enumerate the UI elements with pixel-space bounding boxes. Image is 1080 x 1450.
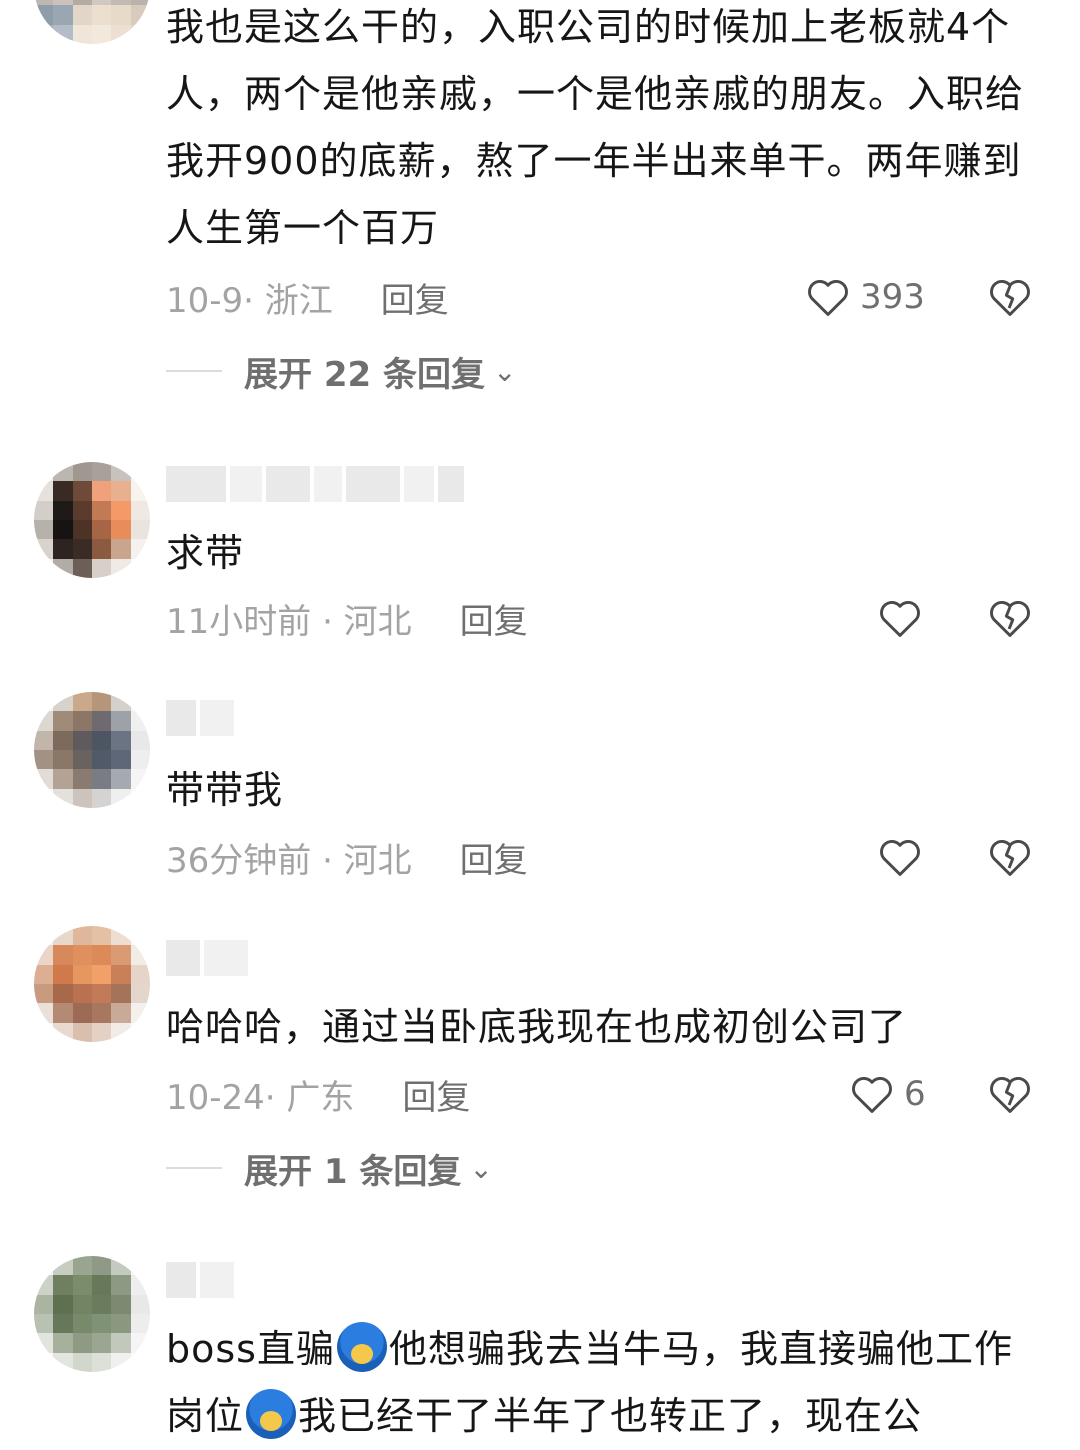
like-button[interactable]: 393 xyxy=(806,272,925,322)
comment-meta: 10-9· 浙江 回复 xyxy=(166,272,449,322)
reply-button[interactable]: 回复 xyxy=(402,1070,470,1119)
expand-replies-button[interactable]: 展开 22 条回复 ⌄ xyxy=(166,346,516,396)
expand-replies-label: 展开 1 条回复 xyxy=(244,1151,462,1192)
username-blurred xyxy=(166,1262,234,1298)
dislike-button[interactable] xyxy=(988,1069,1032,1119)
chevron-down-icon: ⌄ xyxy=(469,1151,493,1185)
avatar[interactable] xyxy=(34,926,150,1042)
heart-outline-icon xyxy=(852,1077,892,1113)
broken-heart-icon xyxy=(990,1077,1030,1113)
avatar[interactable] xyxy=(34,692,150,808)
comment-text: 我也是这么干的，入职公司的时候加上老板就4个人，两个是他亲戚，一个是他亲戚的朋友… xyxy=(166,5,1025,250)
reply-button[interactable]: 回复 xyxy=(381,273,449,322)
reply-button[interactable]: 回复 xyxy=(460,833,528,882)
expand-replies-label: 展开 22 条回复 xyxy=(244,354,485,395)
broken-heart-icon xyxy=(990,840,1030,876)
dislike-button[interactable] xyxy=(988,832,1032,882)
comment-time-location: 10-24· 广东 xyxy=(166,1077,355,1118)
avatar[interactable] xyxy=(34,1256,150,1372)
username-blurred xyxy=(166,466,464,502)
like-button[interactable] xyxy=(878,832,922,882)
comment-time-location: 36分钟前 · 河北 xyxy=(166,840,412,881)
dislike-button[interactable] xyxy=(988,272,1032,322)
comment-text: 求带 xyxy=(166,531,245,575)
comment-text: 带带我 xyxy=(166,768,284,812)
comment-text-part: 我已经干了半年了也转正了，现在公 xyxy=(298,1394,923,1438)
broken-heart-icon xyxy=(990,280,1030,316)
dislike-button[interactable] xyxy=(988,593,1032,643)
divider xyxy=(166,370,222,372)
blue-face-emoji-icon xyxy=(336,1322,387,1372)
like-button[interactable] xyxy=(878,593,922,643)
expand-replies-button[interactable]: 展开 1 条回复 ⌄ xyxy=(166,1143,493,1193)
comment-text: boss直骗 他想骗我去当牛马，我直接骗他工作岗位 我已经干了半年了也转正了，现在公 xyxy=(166,1316,1036,1450)
heart-outline-icon xyxy=(880,601,920,637)
comment-time-location: 10-9· 浙江 xyxy=(166,280,333,321)
comment-meta: 11小时前 · 河北 回复 xyxy=(166,593,528,643)
heart-outline-icon xyxy=(808,280,848,316)
blue-face-emoji-icon xyxy=(246,1389,297,1439)
like-button[interactable]: 6 xyxy=(850,1069,926,1119)
like-count: 6 xyxy=(904,1074,926,1114)
chevron-down-icon: ⌄ xyxy=(493,354,517,388)
reply-button[interactable]: 回复 xyxy=(460,594,528,643)
avatar[interactable] xyxy=(34,462,150,578)
comment-text-part: boss直骗 xyxy=(166,1327,335,1371)
comment-text: 哈哈哈，通过当卧底我现在也成初创公司了 xyxy=(166,1005,908,1049)
comment-meta: 36分钟前 · 河北 回复 xyxy=(166,832,528,882)
username-blurred xyxy=(166,940,248,976)
heart-outline-icon xyxy=(880,840,920,876)
like-count: 393 xyxy=(860,277,925,317)
divider xyxy=(166,1167,222,1169)
avatar[interactable] xyxy=(34,0,150,44)
broken-heart-icon xyxy=(990,601,1030,637)
comment-time-location: 11小时前 · 河北 xyxy=(166,601,412,642)
comment-meta: 10-24· 广东 回复 xyxy=(166,1069,470,1119)
username-blurred xyxy=(166,700,234,736)
